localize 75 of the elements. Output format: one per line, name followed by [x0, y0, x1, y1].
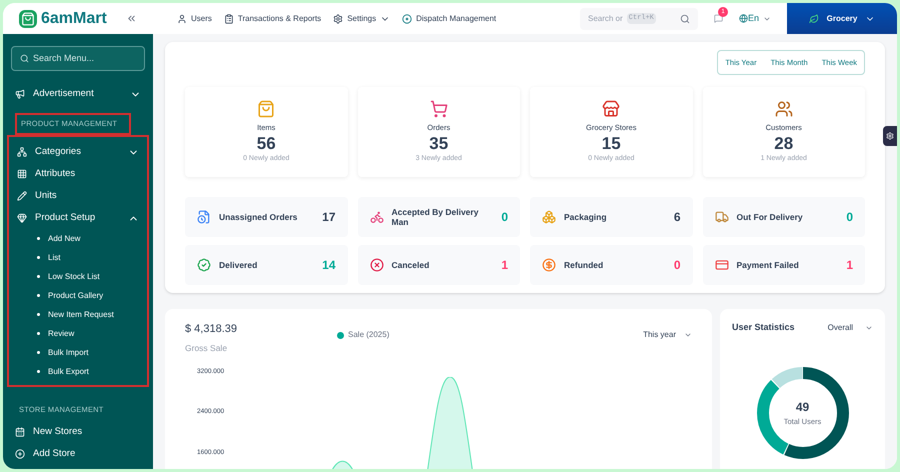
- sidebar-item[interactable]: New Stores: [7, 421, 149, 443]
- status-count: 6: [674, 209, 680, 226]
- calendar-icon: [15, 427, 25, 437]
- nav-link[interactable]: Users: [177, 12, 212, 24]
- status-label: Refunded: [564, 260, 604, 271]
- period-select[interactable]: This year: [643, 329, 692, 342]
- sidebar-item[interactable]: Attributes: [9, 163, 147, 185]
- submenu-item[interactable]: Bulk Export: [9, 362, 147, 381]
- settings-icon: [886, 132, 894, 140]
- leaf-icon: [808, 14, 819, 24]
- settings-button[interactable]: [883, 126, 897, 146]
- search-icon: [680, 14, 690, 24]
- status-count: 1: [501, 257, 508, 274]
- logo-icon: [19, 10, 37, 28]
- submenu-item[interactable]: Product Gallery: [9, 286, 147, 305]
- status-card[interactable]: Canceled 1: [358, 245, 520, 286]
- status-count: 1: [846, 257, 853, 274]
- status-label: Accepted By Delivery Man: [392, 206, 480, 228]
- pencil-icon: [17, 191, 27, 201]
- language-select[interactable]: En: [738, 12, 771, 26]
- submenu-item[interactable]: Add New: [9, 229, 147, 248]
- legend-label: Sale (2025): [348, 329, 390, 342]
- status-label: Packaging: [564, 212, 608, 223]
- submenu-item[interactable]: Bulk Import: [9, 343, 147, 362]
- card-title: User Statistics: [732, 321, 795, 334]
- sidebar-item[interactable]: Advertisement: [7, 83, 149, 105]
- settings-icon: [333, 14, 344, 24]
- sidebar-item[interactable]: Product Setup: [9, 207, 147, 229]
- nav-link[interactable]: Settings: [333, 12, 390, 24]
- stat-value: 15: [602, 133, 621, 154]
- status-label: Canceled: [392, 260, 430, 271]
- status-count: 14: [322, 257, 336, 274]
- status-card[interactable]: Unassigned Orders 17: [185, 197, 348, 238]
- status-card[interactable]: Refunded 0: [530, 245, 692, 286]
- message-icon[interactable]: [714, 14, 723, 23]
- chevron-down-icon: [865, 324, 873, 332]
- status-label: Delivered: [219, 260, 258, 271]
- status-card[interactable]: Delivered 14: [185, 245, 348, 286]
- menu-search-field[interactable]: Search Menu...: [11, 46, 145, 71]
- stat-value: 56: [256, 133, 276, 154]
- sidebar-item[interactable]: Add Store: [7, 443, 149, 465]
- status-label: Payment Failed: [736, 260, 800, 271]
- sales-amount: $ 4,318.39: [185, 322, 237, 338]
- grid-icon: [17, 169, 27, 179]
- collapse-icon[interactable]: [126, 13, 137, 24]
- nav-link[interactable]: Dispatch Management: [402, 12, 496, 24]
- plus-icon: [15, 449, 25, 459]
- total-value: 49: [796, 399, 810, 416]
- status-label: Unassigned Orders: [219, 212, 298, 223]
- status-count: 0: [674, 257, 680, 274]
- submenu-item[interactable]: Review: [9, 324, 147, 343]
- globe-icon: [738, 14, 748, 23]
- diamond-icon: [17, 213, 27, 223]
- sidebar-item[interactable]: Units: [9, 185, 147, 207]
- search-icon: [20, 54, 29, 63]
- status-count: 0: [501, 209, 508, 226]
- sidebar-item[interactable]: Categories: [9, 141, 147, 163]
- nav-link[interactable]: Transactions & Reports: [224, 12, 322, 24]
- users-icon: [177, 14, 187, 24]
- sales-caption: Gross Sale: [185, 342, 228, 354]
- status-card[interactable]: Payment Failed 1: [702, 245, 865, 286]
- status-label: Out For Delivery: [736, 212, 804, 223]
- status-count: 17: [322, 209, 336, 226]
- submenu-item[interactable]: Low Stock List: [9, 267, 147, 286]
- stat-value: 28: [774, 133, 794, 154]
- module-select[interactable]: Grocery: [787, 3, 897, 34]
- submenu-item[interactable]: List: [9, 248, 147, 267]
- brand-name: 6amMart: [41, 8, 107, 28]
- status-card[interactable]: Out For Delivery 0: [702, 197, 865, 238]
- status-card[interactable]: Packaging 6: [530, 197, 692, 238]
- stat-value: 35: [429, 133, 448, 154]
- submenu-item[interactable]: New Item Request: [9, 305, 147, 324]
- status-card[interactable]: Accepted By Delivery Man 0: [358, 197, 520, 238]
- status-count: 0: [846, 209, 853, 226]
- filter-select[interactable]: Overall: [828, 322, 873, 334]
